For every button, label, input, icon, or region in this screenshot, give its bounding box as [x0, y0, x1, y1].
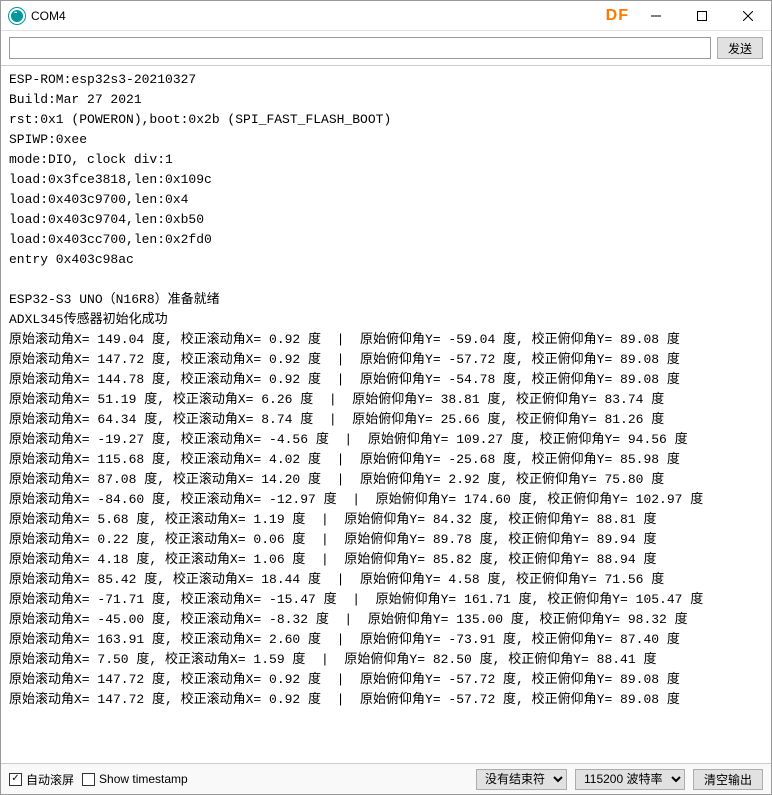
arduino-icon — [9, 8, 25, 24]
minimize-button[interactable] — [633, 1, 679, 31]
timestamp-label: Show timestamp — [99, 772, 188, 786]
checkbox-icon: ✓ — [9, 773, 22, 786]
serial-monitor-window: COM4 DF 发送 ESP-ROM:esp32s3-20210327 Buil… — [0, 0, 772, 795]
maximize-button[interactable] — [679, 1, 725, 31]
clear-output-button[interactable]: 清空输出 — [693, 769, 763, 790]
line-ending-select[interactable]: 没有结束符换行符回车回车换行 — [476, 769, 567, 790]
toolbar: 发送 — [1, 31, 771, 65]
checkbox-icon — [82, 773, 95, 786]
titlebar: COM4 DF — [1, 1, 771, 31]
window-title: COM4 — [31, 9, 66, 23]
autoscroll-label: 自动滚屏 — [26, 771, 74, 788]
console-output[interactable]: ESP-ROM:esp32s3-20210327 Build:Mar 27 20… — [1, 65, 771, 764]
brand-overlay: DF — [606, 7, 629, 25]
send-input[interactable] — [9, 37, 711, 59]
send-button[interactable]: 发送 — [717, 37, 763, 59]
autoscroll-checkbox[interactable]: ✓ 自动滚屏 — [9, 771, 74, 788]
timestamp-checkbox[interactable]: Show timestamp — [82, 772, 188, 786]
close-button[interactable] — [725, 1, 771, 31]
bottombar: ✓ 自动滚屏 Show timestamp 没有结束符换行符回车回车换行 960… — [1, 764, 771, 794]
baud-rate-select[interactable]: 9600 波特率19200 波特率115200 波特率230400 波特率 — [575, 769, 685, 790]
